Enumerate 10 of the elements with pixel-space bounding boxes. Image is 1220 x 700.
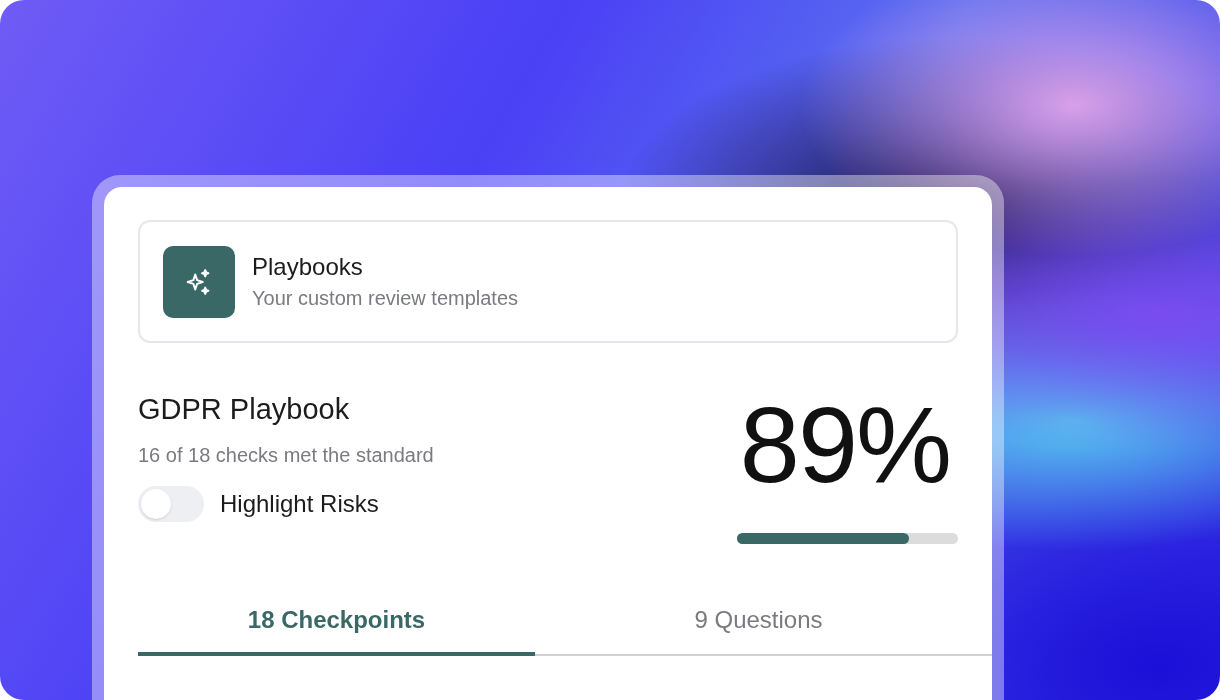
- toggle-label: Highlight Risks: [220, 489, 379, 520]
- score-percentage: 89%: [739, 391, 950, 499]
- highlight-toggle[interactable]: [138, 486, 204, 523]
- header-title: Playbooks: [252, 252, 364, 282]
- header-subtitle: Your custom review templates: [252, 286, 519, 311]
- sparkles-icon: [163, 245, 235, 318]
- playbook-summary: 16 of 18 checks met the standard: [138, 443, 434, 469]
- tab[interactable]: 18 Checkpoints: [138, 602, 535, 656]
- tab[interactable]: 9 Questions: [535, 602, 992, 656]
- playbook-title: GDPR Playbook: [138, 392, 351, 427]
